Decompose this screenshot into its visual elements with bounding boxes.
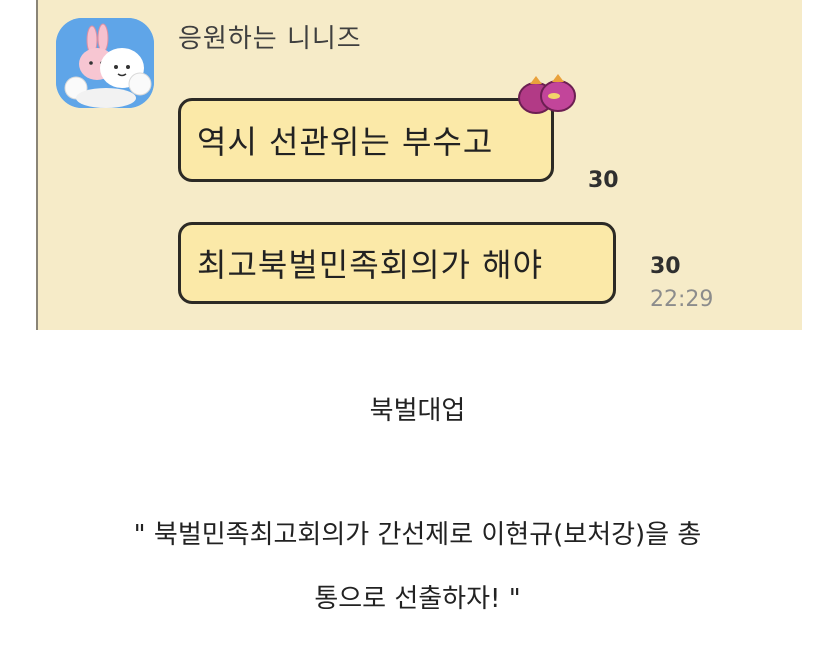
message-bubble[interactable]: 최고북벌민족회의가 해야 xyxy=(178,222,616,304)
sweet-potato-sticker-icon xyxy=(516,72,578,118)
caption-title: 북벌대업 xyxy=(369,396,466,426)
message-bubble[interactable]: 역시 선관위는 부수고 xyxy=(178,98,554,182)
caption-text-line: 통으로 선출하자! " xyxy=(314,584,521,614)
unread-count: 30 xyxy=(650,254,681,279)
message-timestamp: 22:29 xyxy=(650,287,714,312)
caption-text-line: " 북벌민족최고회의가 간선제로 이현규(보처강)을 총 xyxy=(133,520,702,550)
sender-name: 응원하는 니니즈 xyxy=(178,24,362,54)
chat-panel: 응원하는 니니즈 역시 선관위는 부수고 30 최고북벌민족회의가 해야 30 … xyxy=(36,0,802,330)
unread-count: 30 xyxy=(588,168,619,193)
sender-avatar-icon[interactable] xyxy=(56,18,154,108)
